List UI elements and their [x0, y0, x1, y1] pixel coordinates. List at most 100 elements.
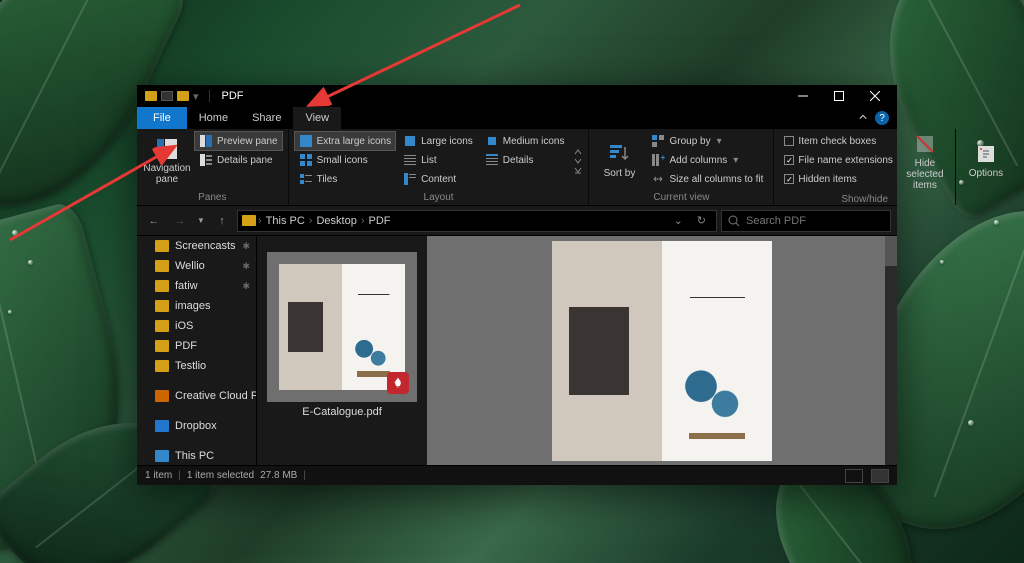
maximize-button[interactable] — [821, 85, 857, 107]
layout-content[interactable]: Content — [399, 170, 477, 188]
item-checkboxes-toggle[interactable]: Item check boxes — [780, 132, 897, 150]
crumb-desktop[interactable]: Desktop — [314, 215, 358, 227]
folder-icon — [155, 320, 169, 332]
crumb-pdf[interactable]: PDF — [367, 215, 393, 227]
details-pane-button[interactable]: Details pane — [195, 151, 282, 169]
forward-button[interactable]: → — [169, 210, 191, 232]
window-title: PDF — [216, 90, 244, 102]
scroll-up-icon[interactable] — [574, 148, 582, 156]
expand-icon[interactable] — [574, 166, 582, 174]
ribbon-group-currentview: Sort by Group by▾ Add columns▾ Size all … — [589, 129, 774, 205]
ribbon-group-label: Layout — [289, 192, 589, 205]
nav-item[interactable]: Dropbox — [137, 416, 256, 436]
navigation-pane[interactable]: Screencasts✱ Wellio ✱ fatiw ✱ images iOS PDF Tes… — [137, 236, 257, 465]
search-input[interactable]: Search PDF — [721, 210, 891, 232]
size-columns-button[interactable]: Size all columns to fit — [647, 170, 767, 188]
folder-icon — [155, 340, 169, 352]
folder-icon — [145, 91, 157, 101]
refresh-icon[interactable]: ↻ — [691, 214, 712, 227]
minimize-button[interactable] — [785, 85, 821, 107]
hidden-items-toggle[interactable]: Hidden items — [780, 170, 897, 188]
file-extensions-toggle[interactable]: File name extensions — [780, 151, 897, 169]
status-bar: 1 item | 1 item selected 27.8 MB | — [137, 465, 897, 485]
ribbon: Navigation pane Preview pane Details pan… — [137, 129, 897, 206]
status-selected: 1 item selected — [187, 470, 254, 481]
preview-pane-label: Preview pane — [217, 136, 278, 147]
folder-icon — [155, 280, 169, 292]
tab-view[interactable]: View — [293, 107, 341, 129]
file-item[interactable]: E-Catalogue.pdf — [267, 252, 417, 418]
group-by-button[interactable]: Group by▾ — [647, 132, 767, 150]
options-button[interactable]: Options — [962, 132, 1010, 189]
nav-item-label: Dropbox — [175, 420, 217, 432]
preview-scrollbar[interactable] — [885, 236, 897, 465]
nav-item-label: Wellio — [175, 260, 205, 272]
preview-pane[interactable] — [427, 236, 897, 465]
search-icon — [728, 215, 740, 227]
tab-home[interactable]: Home — [187, 107, 240, 129]
nav-item[interactable]: fatiw ✱ — [137, 276, 256, 296]
breadcrumb[interactable]: › This PC › Desktop › PDF ⌄ ↻ — [237, 210, 717, 232]
titlebar[interactable]: ▾ PDF — [137, 85, 897, 107]
layout-md-icons[interactable]: Medium icons — [481, 132, 569, 150]
details-pane-label: Details pane — [217, 155, 273, 166]
layout-details[interactable]: Details — [481, 151, 569, 169]
layout-xl-icons[interactable]: Extra large icons — [295, 132, 395, 150]
back-button[interactable]: ← — [143, 210, 165, 232]
nav-item[interactable]: PDF — [137, 336, 256, 356]
nav-item[interactable]: This PC — [137, 446, 256, 465]
nav-item-label: Testlio — [175, 360, 206, 372]
file-name: E-Catalogue.pdf — [267, 402, 417, 418]
scroll-down-icon[interactable] — [574, 157, 582, 165]
ribbon-group-label: Panes — [137, 192, 288, 205]
collapse-ribbon-icon[interactable] — [859, 112, 867, 124]
nav-item-label: This PC — [175, 450, 214, 462]
qat-icon[interactable] — [161, 91, 173, 101]
file-grid[interactable]: E-Catalogue.pdf — [257, 236, 427, 465]
tab-share[interactable]: Share — [240, 107, 293, 129]
pdf-icon — [387, 372, 409, 394]
help-icon[interactable]: ? — [875, 111, 889, 125]
ribbon-tabs: File Home Share View ? — [137, 107, 897, 129]
navigation-pane-label: Navigation pane — [143, 163, 191, 185]
layout-tiles[interactable]: Tiles — [295, 170, 395, 188]
nav-item[interactable]: Creative Cloud Files — [137, 386, 256, 406]
folder-icon — [155, 240, 169, 252]
layout-lg-icons[interactable]: Large icons — [399, 132, 477, 150]
nav-item[interactable]: images — [137, 296, 256, 316]
preview-pane-button[interactable]: Preview pane — [195, 132, 282, 150]
ribbon-group-options: Options — [956, 129, 1016, 205]
up-button[interactable]: ↑ — [211, 210, 233, 232]
ribbon-group-panes: Navigation pane Preview pane Details pan… — [137, 129, 289, 205]
nav-item-label: fatiw — [175, 280, 198, 292]
sort-by-button[interactable]: Sort by — [595, 132, 643, 189]
layout-list[interactable]: List — [399, 151, 477, 169]
view-details-toggle[interactable] — [845, 469, 863, 483]
hide-selected-button[interactable]: Hide selected items — [901, 132, 949, 191]
dropdown-icon[interactable]: ⌄ — [668, 214, 689, 227]
view-icons-toggle[interactable] — [871, 469, 889, 483]
recent-button[interactable]: ▼ — [195, 210, 207, 232]
folder-icon — [155, 360, 169, 372]
nav-item-label: Creative Cloud Files — [175, 390, 257, 402]
scrollbar-thumb[interactable] — [885, 236, 897, 266]
explorer-body: Screencasts✱ Wellio ✱ fatiw ✱ images iOS PDF Tes… — [137, 236, 897, 465]
pin-icon: ✱ — [242, 281, 250, 292]
status-count: 1 item — [145, 470, 172, 481]
layout-sm-icons[interactable]: Small icons — [295, 151, 395, 169]
nav-item[interactable]: Screencasts✱ — [137, 236, 256, 256]
tab-file[interactable]: File — [137, 107, 187, 129]
pin-icon: ✱ — [242, 261, 250, 272]
nav-item-label: images — [175, 300, 210, 312]
folder-icon — [155, 390, 169, 402]
nav-item[interactable]: iOS — [137, 316, 256, 336]
nav-item-label: Screencasts — [175, 240, 236, 252]
nav-item[interactable]: Testlio — [137, 356, 256, 376]
close-button[interactable] — [857, 85, 893, 107]
navigation-pane-button[interactable]: Navigation pane — [143, 132, 191, 189]
nav-item[interactable]: Wellio ✱ — [137, 256, 256, 276]
nav-item-label: iOS — [175, 320, 193, 332]
content-area: E-Catalogue.pdf — [257, 236, 897, 465]
add-columns-button[interactable]: Add columns▾ — [647, 151, 767, 169]
crumb-this-pc[interactable]: This PC — [264, 215, 307, 227]
